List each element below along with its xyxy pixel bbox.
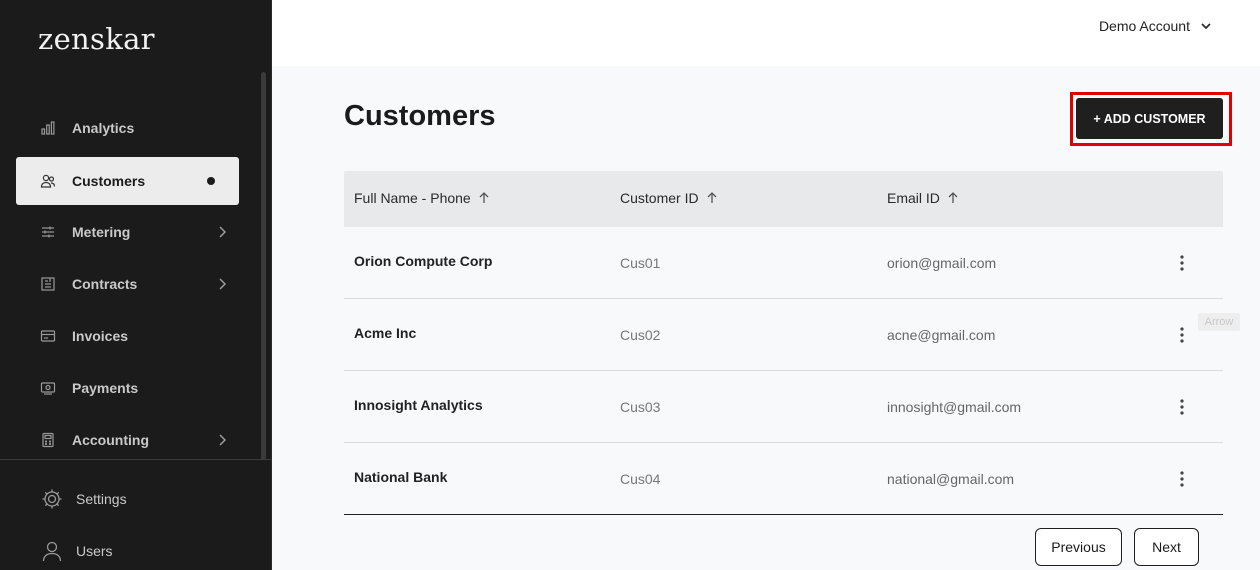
invoice-icon <box>40 330 56 342</box>
previous-button[interactable]: Previous <box>1035 528 1122 566</box>
column-header-customer-id[interactable]: Customer ID <box>620 190 719 206</box>
kebab-menu-icon[interactable] <box>1174 397 1190 417</box>
kebab-menu-icon[interactable] <box>1174 325 1190 345</box>
table-row[interactable]: Orion Compute Corp Cus01 orion@gmail.com <box>344 227 1223 299</box>
customer-name: National Bank <box>354 469 448 485</box>
sliders-icon <box>42 226 54 238</box>
customer-email: orion@gmail.com <box>887 255 997 271</box>
sidebar-item-settings[interactable]: Settings <box>40 485 240 513</box>
customers-table: Full Name - Phone Customer ID Email ID O… <box>344 171 1223 515</box>
account-menu[interactable]: Demo Account <box>1099 18 1212 34</box>
sidebar-item-invoices[interactable]: Invoices <box>16 312 239 360</box>
user-icon <box>42 541 62 562</box>
sidebar-item-metering[interactable]: Metering <box>16 208 239 256</box>
customer-id: Cus04 <box>620 471 661 487</box>
sidebar-item-label: Payments <box>72 380 139 396</box>
chevron-right-icon <box>219 278 227 290</box>
sort-arrow-up-icon <box>948 192 958 203</box>
tooltip: Arrow <box>1198 313 1240 331</box>
sidebar-item-label: Invoices <box>72 328 129 344</box>
sidebar-item-label: Accounting <box>72 432 149 448</box>
sidebar-item-label: Metering <box>72 224 131 240</box>
payment-icon <box>40 382 56 395</box>
chevron-right-icon <box>219 434 227 446</box>
sidebar-divider <box>0 459 271 460</box>
account-name: Demo Account <box>1098 18 1190 34</box>
sidebar-item-label: Customers <box>72 173 146 189</box>
table-row[interactable]: Innosight Analytics Cus03 innosight@gmai… <box>344 371 1223 443</box>
kebab-menu-icon[interactable] <box>1174 469 1190 489</box>
column-header-email-id[interactable]: Email ID <box>887 190 960 206</box>
customer-id: Cus02 <box>620 327 661 343</box>
sort-arrow-up-icon <box>707 192 717 203</box>
next-button[interactable]: Next <box>1134 528 1199 566</box>
sidebar-item-payments[interactable]: Payments <box>16 364 239 412</box>
chevron-down-icon <box>1201 23 1211 30</box>
sidebar-item-label: Analytics <box>72 120 135 136</box>
active-indicator-dot <box>207 177 215 185</box>
users-icon <box>40 174 56 188</box>
bar-chart-icon <box>41 121 55 135</box>
logo: zenskar <box>38 22 155 56</box>
customer-email: acne@gmail.com <box>887 327 996 343</box>
customer-name: Innosight Analytics <box>354 397 483 413</box>
add-customer-button[interactable]: + ADD CUSTOMER <box>1076 98 1223 139</box>
customer-name: Orion Compute Corp <box>354 253 493 269</box>
contract-icon <box>41 277 55 291</box>
calculator-icon <box>42 432 54 448</box>
column-header-full-name[interactable]: Full Name - Phone <box>354 190 491 206</box>
sidebar-item-analytics[interactable]: Analytics <box>16 104 239 152</box>
sort-arrow-up-icon <box>479 192 489 203</box>
column-header-label: Customer ID <box>620 190 699 206</box>
sidebar-item-contracts[interactable]: Contracts <box>16 260 239 308</box>
customer-id: Cus03 <box>620 399 661 415</box>
table-header-row: Full Name - Phone Customer ID Email ID <box>344 171 1223 227</box>
customer-id: Cus01 <box>620 255 661 271</box>
column-header-label: Full Name - Phone <box>354 190 471 206</box>
table-row[interactable]: National Bank Cus04 national@gmail.com <box>344 443 1223 515</box>
table-row[interactable]: Acme Inc Cus02 acne@gmail.com <box>344 299 1223 371</box>
sidebar-item-customers[interactable]: Customers <box>16 157 239 205</box>
sidebar-scrollbar[interactable] <box>261 72 266 460</box>
sidebar-item-accounting[interactable]: Accounting <box>16 416 239 464</box>
top-bar: Demo Account <box>272 0 1260 66</box>
customer-email: innosight@gmail.com <box>887 399 1022 415</box>
sidebar-item-label: Settings <box>76 491 127 507</box>
column-header-label: Email ID <box>887 190 940 206</box>
kebab-menu-icon[interactable] <box>1174 253 1190 273</box>
customer-name: Acme Inc <box>354 325 417 341</box>
chevron-right-icon <box>219 226 227 238</box>
customer-email: national@gmail.com <box>887 471 1015 487</box>
page-title: Customers <box>344 100 496 132</box>
gear-icon <box>42 489 62 509</box>
sidebar-item-users[interactable]: Users <box>40 537 240 565</box>
sidebar: zenskar Analytics Customers Metering Con… <box>0 0 272 570</box>
sidebar-item-label: Contracts <box>72 276 138 292</box>
sidebar-item-label: Users <box>76 543 113 559</box>
